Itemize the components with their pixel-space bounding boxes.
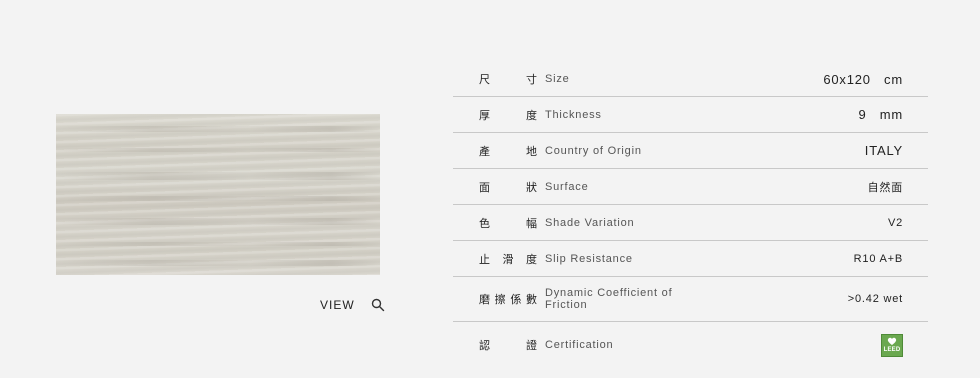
spec-label-en: Country of Origin xyxy=(545,144,642,157)
spec-row-friction: 磨擦係數 Dynamic Coefficient of Friction >0.4… xyxy=(453,277,928,322)
search-icon[interactable] xyxy=(371,298,385,312)
spec-row-thickness: 厚度 Thickness 9 mm xyxy=(453,97,928,133)
spec-value: 60x120 cm xyxy=(823,71,903,87)
spec-label-en: Slip Resistance xyxy=(545,252,633,265)
spec-label-en: Dynamic Coefficient of Friction xyxy=(545,287,673,311)
spec-label-en: Certification xyxy=(545,339,614,351)
view-label: VIEW xyxy=(320,298,355,312)
spec-row-surface: 面狀 Surface 自然面 xyxy=(453,169,928,205)
spec-label-zh: 厚度 xyxy=(479,108,537,122)
product-spec-page: VIEW 尺寸 Size 60x120 cm 厚度 Thickness 9 mm xyxy=(0,0,980,378)
tile-image xyxy=(56,114,380,275)
spec-label-en: Surface xyxy=(545,180,589,193)
spec-row-shade: 色幅 Shade Variation V2 xyxy=(453,205,928,241)
spec-label-zh: 色幅 xyxy=(479,216,537,230)
view-button[interactable]: VIEW xyxy=(320,298,385,312)
spec-row-size: 尺寸 Size 60x120 cm xyxy=(453,62,928,97)
spec-label-en: Thickness xyxy=(545,108,602,121)
spec-label-zh: 磨擦係數 xyxy=(479,293,537,306)
spec-label-zh: 面狀 xyxy=(479,180,537,194)
spec-row-origin: 產地 Country of Origin ITALY xyxy=(453,133,928,169)
spec-table: 尺寸 Size 60x120 cm 厚度 Thickness 9 mm 產地 C… xyxy=(453,62,928,368)
spec-label-zh: 尺寸 xyxy=(479,73,537,86)
spec-value: ITALY xyxy=(864,143,903,158)
spec-value: 自然面 xyxy=(867,180,903,194)
spec-label-en: Shade Variation xyxy=(545,216,635,229)
leed-badge-icon: LEED xyxy=(881,333,903,357)
spec-value: V2 xyxy=(887,216,903,229)
spec-label-en: Size xyxy=(545,73,570,85)
spec-value: >0.42 wet xyxy=(847,293,903,305)
spec-row-slip: 止滑度 Slip Resistance R10 A+B xyxy=(453,241,928,277)
spec-label-zh: 認證 xyxy=(479,339,537,352)
spec-value: R10 A+B xyxy=(853,252,903,265)
spec-label-zh: 產地 xyxy=(479,144,537,158)
spec-label-zh: 止滑度 xyxy=(479,252,537,266)
spec-row-certification: 認證 Certification LEED xyxy=(453,322,928,368)
spec-value: 9 mm xyxy=(858,107,903,122)
